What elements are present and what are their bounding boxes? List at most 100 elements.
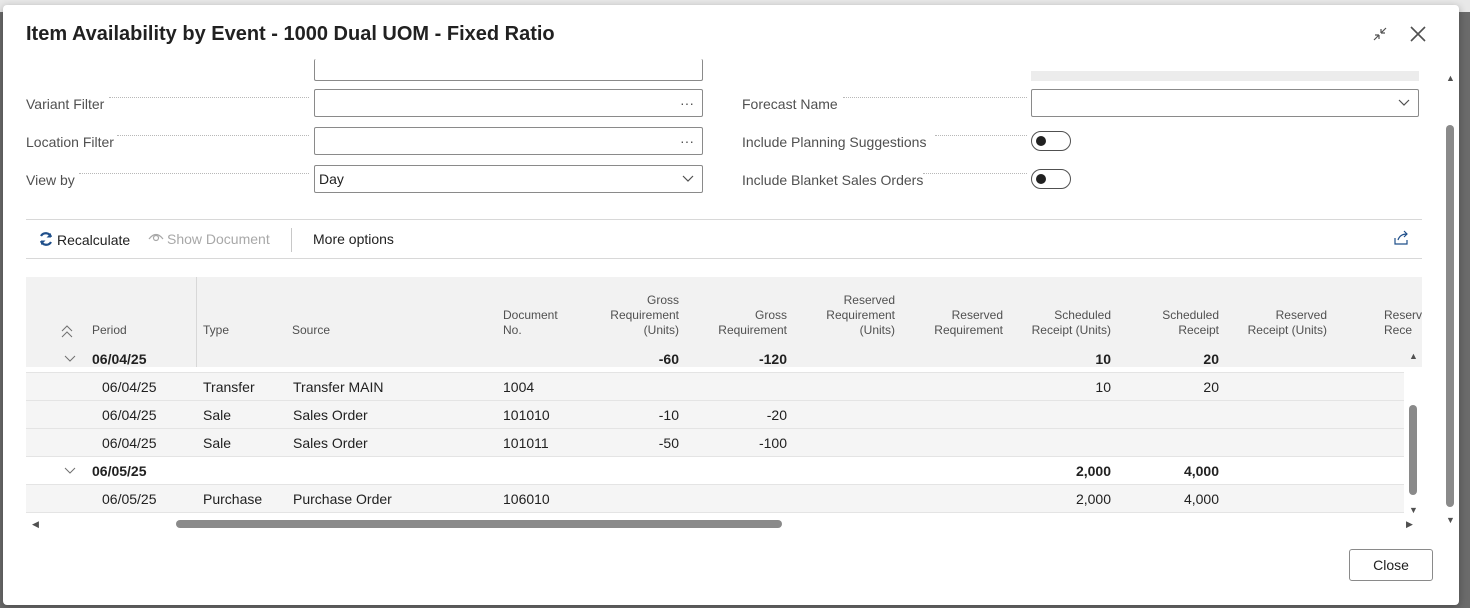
variant-filter-input[interactable]: ···: [314, 89, 703, 117]
table-row[interactable]: 06/04/25 Transfer Transfer MAIN 1004 10 …: [26, 373, 1404, 401]
row-gross-req: -100: [758, 435, 787, 451]
recalculate-button[interactable]: Recalculate: [38, 231, 130, 250]
blanket-sales-orders-label: Include Blanket Sales Orders: [742, 172, 924, 188]
dotted-leader: [109, 96, 309, 98]
toggle-knob: [1036, 136, 1046, 146]
col-reserved-req[interactable]: Reserved Requirement: [934, 308, 1003, 338]
scroll-up-arrow-icon[interactable]: ▲: [1409, 351, 1418, 361]
row-sched-receipt-units: 10: [1095, 379, 1111, 395]
dotted-leader: [79, 172, 309, 174]
row-sched-receipt: 4,000: [1183, 491, 1219, 507]
planning-suggestions-label: Include Planning Suggestions: [742, 134, 927, 150]
row-document-no[interactable]: 101011: [503, 435, 549, 451]
forecast-name-label: Forecast Name: [742, 96, 838, 112]
show-document-label: Show Document: [167, 231, 270, 247]
grid-horizontal-scrollbar[interactable]: ◀ ▶: [26, 516, 1422, 532]
availability-grid: Period Type Source Document No. Gross Re…: [26, 277, 1422, 535]
group-sched-receipt: 20: [1203, 351, 1219, 367]
col-gross-req[interactable]: Gross Requirement: [718, 308, 787, 338]
row-type: Sale: [203, 435, 232, 451]
action-toolbar: Recalculate Show Document More options: [26, 219, 1422, 259]
scroll-up-arrow-icon[interactable]: ▲: [1446, 73, 1455, 83]
group-sched-receipt-units: 2,000: [1075, 463, 1111, 479]
planning-suggestions-toggle[interactable]: [1031, 131, 1071, 151]
scrollbar-thumb[interactable]: [176, 520, 782, 528]
col-reserved-req-units[interactable]: Reserved Requirement (Units): [826, 293, 895, 338]
scroll-right-arrow-icon[interactable]: ▶: [1406, 519, 1413, 530]
chevron-down-icon[interactable]: [64, 351, 76, 367]
variant-filter-label: Variant Filter: [26, 96, 105, 112]
col-gross-req-units[interactable]: Gross Requirement (Units): [610, 293, 679, 338]
chevron-down-icon: [1398, 90, 1410, 124]
col-type[interactable]: Type: [203, 323, 229, 338]
group-sched-receipt-units: 10: [1095, 351, 1111, 367]
scrollbar-thumb[interactable]: [1446, 125, 1454, 507]
table-row[interactable]: 06/04/25 Sale Sales Order 101011 -50 -10…: [26, 429, 1404, 457]
view-by-label: View by: [26, 172, 75, 188]
chevron-down-icon: [682, 166, 694, 200]
location-filter-input[interactable]: ···: [314, 127, 703, 155]
row-gross-req: -20: [766, 407, 787, 423]
col-sched-receipt[interactable]: Scheduled Receipt: [1162, 308, 1219, 338]
group-row[interactable]: 06/05/25 2,000 4,000: [26, 457, 1404, 485]
group-period: 06/04/25: [92, 351, 147, 367]
dotted-leader: [935, 134, 1027, 136]
col-source[interactable]: Source: [292, 323, 330, 338]
group-sched-receipt: 4,000: [1183, 463, 1219, 479]
row-source: Sales Order: [293, 407, 368, 423]
sort-collapse-icon[interactable]: [61, 325, 73, 342]
dotted-leader: [117, 134, 309, 136]
toggle-knob: [1036, 174, 1046, 184]
dialog-vertical-scrollbar[interactable]: ▲ ▼: [1443, 71, 1457, 531]
forecast-name-select[interactable]: [1031, 89, 1419, 117]
table-row[interactable]: 06/05/25 Purchase Purchase Order 106010 …: [26, 485, 1404, 513]
row-document-no[interactable]: 101010: [503, 407, 550, 423]
view-by-value: Day: [319, 171, 344, 187]
dialog-title: Item Availability by Event - 1000 Dual U…: [26, 23, 555, 45]
col-document-no[interactable]: Document No.: [503, 308, 558, 338]
group-row[interactable]: 06/04/25 -60 -120 10 20: [26, 345, 1404, 373]
item-field-partial[interactable]: [314, 59, 703, 81]
table-row[interactable]: 06/04/25 Sale Sales Order 101010 -10 -20: [26, 401, 1404, 429]
show-document-button[interactable]: Show Document: [148, 231, 270, 248]
group-gross-req-units: -60: [658, 351, 679, 367]
lookup-icon[interactable]: ···: [680, 128, 694, 154]
item-availability-dialog: Item Availability by Event - 1000 Dual U…: [3, 5, 1459, 605]
scroll-down-arrow-icon[interactable]: ▼: [1409, 505, 1418, 515]
col-reserved-receipt[interactable]: Reserv Rece: [1384, 308, 1422, 338]
row-source: Purchase Order: [293, 491, 392, 507]
share-icon[interactable]: [1392, 229, 1410, 250]
row-type: Sale: [203, 407, 232, 423]
row-document-no[interactable]: 1004: [503, 379, 534, 395]
row-document-no[interactable]: 106010: [503, 491, 550, 507]
close-x-icon[interactable]: [1407, 23, 1429, 45]
location-filter-label: Location Filter: [26, 134, 114, 150]
col-period[interactable]: Period: [92, 323, 127, 338]
blanket-sales-orders-toggle[interactable]: [1031, 169, 1071, 189]
lookup-icon[interactable]: ···: [680, 90, 694, 116]
row-period: 06/05/25: [102, 491, 157, 507]
close-button[interactable]: Close: [1349, 549, 1433, 581]
row-gross-req-units: -50: [658, 435, 679, 451]
group-period: 06/05/25: [92, 463, 147, 479]
row-period: 06/04/25: [102, 435, 157, 451]
scroll-left-arrow-icon[interactable]: ◀: [32, 519, 39, 530]
row-type: Transfer: [203, 379, 255, 395]
refresh-icon: [38, 231, 54, 250]
grid-vertical-scrollbar[interactable]: ▲ ▼: [1406, 349, 1420, 519]
row-sched-receipt-units: 2,000: [1075, 491, 1111, 507]
eye-icon: [148, 231, 164, 248]
chevron-down-icon[interactable]: [64, 463, 76, 479]
row-gross-req-units: -10: [658, 407, 679, 423]
scroll-down-arrow-icon[interactable]: ▼: [1446, 515, 1455, 525]
more-options-button[interactable]: More options: [313, 231, 394, 247]
row-type: Purchase: [203, 491, 263, 507]
col-reserved-receipt-units[interactable]: Reserved Receipt (Units): [1248, 308, 1327, 338]
scrollbar-thumb[interactable]: [1409, 405, 1417, 495]
col-sched-receipt-units[interactable]: Scheduled Receipt (Units): [1032, 308, 1111, 338]
collapse-icon[interactable]: [1369, 23, 1391, 45]
toolbar-separator: [291, 228, 292, 252]
dotted-leader: [923, 172, 1027, 174]
row-period: 06/04/25: [102, 407, 157, 423]
view-by-select[interactable]: Day: [314, 165, 703, 193]
